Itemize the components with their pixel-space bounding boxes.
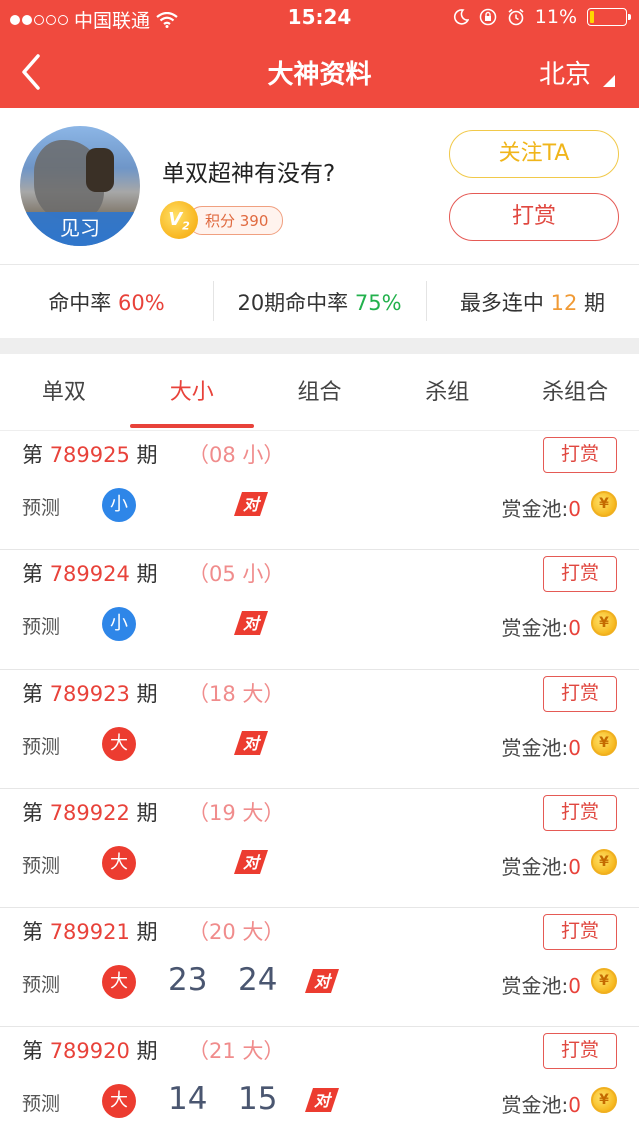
profile-card: 见习 单双超神有没有? V2 积分 390 关注TA 打赏 bbox=[0, 108, 639, 264]
prediction-ball: 小 bbox=[102, 607, 136, 642]
battery-percent: 11% bbox=[534, 6, 577, 28]
status-bar: 中国联通 15:24 11% bbox=[0, 0, 639, 36]
tab-odd-even[interactable]: 单双 bbox=[0, 354, 128, 430]
follow-button[interactable]: 关注TA bbox=[449, 130, 619, 178]
tab-kill-combination[interactable]: 杀组合 bbox=[511, 354, 639, 430]
stat-hit-rate: 命中率 60% bbox=[48, 290, 165, 315]
profile-name: 单双超神有没有? bbox=[162, 161, 336, 187]
prediction-row: 第 789925 期 （08 小） 打赏 预测 小 对 赏金池:0 ¥ bbox=[0, 430, 639, 550]
prediction-label: 预测 bbox=[22, 735, 61, 758]
issue-number: 第 789924 期 bbox=[22, 562, 158, 587]
draw-result: （05 小） bbox=[188, 562, 285, 587]
score-pill: 积分 390 bbox=[188, 205, 284, 235]
draw-result: （21 大） bbox=[188, 1039, 285, 1064]
alarm-icon bbox=[508, 8, 524, 26]
prediction-row: 第 789924 期 （05 小） 打赏 预测 小 对 赏金池:0 ¥ bbox=[0, 549, 639, 669]
correct-mark-icon: 对 bbox=[305, 1088, 339, 1113]
dropdown-triangle-icon bbox=[603, 75, 615, 87]
coin-icon: ¥ bbox=[591, 729, 617, 756]
section-divider bbox=[0, 338, 639, 354]
draw-result: （19 大） bbox=[188, 800, 285, 825]
prediction-number: 15 bbox=[238, 1081, 278, 1118]
prediction-label: 预测 bbox=[22, 854, 61, 877]
issue-number: 第 789922 期 bbox=[22, 800, 158, 825]
tab-combination[interactable]: 组合 bbox=[256, 354, 384, 430]
correct-mark-icon: 对 bbox=[234, 730, 268, 755]
reward-pool: 赏金池:0 bbox=[501, 735, 581, 760]
stat-20-hit-rate: 20期命中率 75% bbox=[213, 280, 426, 321]
prediction-row: 第 789922 期 （19 大） 打赏 预测 大 对 赏金池:0 ¥ bbox=[0, 787, 639, 908]
avatar[interactable]: 见习 bbox=[20, 126, 140, 246]
prediction-label: 预测 bbox=[22, 616, 61, 639]
tab-kill-group[interactable]: 杀组 bbox=[383, 354, 511, 430]
row-reward-button[interactable]: 打赏 bbox=[543, 556, 617, 593]
coin-icon: ¥ bbox=[591, 610, 617, 637]
reward-pool: 赏金池:0 bbox=[501, 974, 581, 999]
prediction-number: 14 bbox=[168, 1081, 208, 1118]
rotation-lock-icon bbox=[479, 8, 497, 26]
tab-big-small[interactable]: 大小 bbox=[128, 354, 256, 430]
prediction-ball: 小 bbox=[102, 488, 136, 522]
reward-pool: 赏金池:0 bbox=[501, 616, 581, 641]
prediction-ball: 大 bbox=[102, 726, 136, 761]
category-tabs: 单双 大小 组合 杀组 杀组合 bbox=[0, 354, 639, 430]
reward-button[interactable]: 打赏 bbox=[449, 193, 619, 241]
coin-icon: ¥ bbox=[591, 491, 617, 517]
prediction-list: 第 789925 期 （08 小） 打赏 预测 小 对 赏金池:0 ¥ 第 78… bbox=[0, 430, 639, 1136]
correct-mark-icon: 对 bbox=[234, 492, 268, 516]
correct-mark-icon: 对 bbox=[234, 611, 268, 636]
row-reward-button[interactable]: 打赏 bbox=[543, 794, 617, 831]
draw-result: （18 大） bbox=[188, 681, 285, 706]
row-reward-button[interactable]: 打赏 bbox=[543, 675, 617, 712]
status-right: 11% bbox=[453, 6, 631, 28]
draw-result: （08 小） bbox=[188, 443, 285, 467]
prediction-label: 预测 bbox=[22, 1093, 61, 1116]
coin-icon: ¥ bbox=[591, 1087, 617, 1114]
prediction-label: 预测 bbox=[22, 497, 61, 519]
prediction-ball: 大 bbox=[102, 845, 136, 880]
prediction-ball: 大 bbox=[102, 1084, 136, 1119]
row-reward-button[interactable]: 打赏 bbox=[543, 1033, 617, 1070]
city-selector[interactable]: 北京 bbox=[539, 54, 615, 91]
prediction-row: 第 789921 期 （20 大） 打赏 预测 大 23 24 对 赏金池:0 ¥ bbox=[0, 907, 639, 1027]
reward-pool: 赏金池:0 bbox=[501, 497, 581, 521]
city-label: 北京 bbox=[538, 60, 591, 90]
coin-icon: ¥ bbox=[591, 848, 617, 875]
level-badge: V2 积分 390 bbox=[160, 201, 284, 239]
row-reward-button[interactable]: 打赏 bbox=[543, 914, 617, 951]
correct-mark-icon: 对 bbox=[234, 849, 268, 874]
prediction-number: 24 bbox=[238, 962, 278, 999]
avatar-level-label: 见习 bbox=[20, 212, 140, 246]
issue-number: 第 789925 期 bbox=[22, 443, 158, 467]
prediction-ball: 大 bbox=[102, 965, 136, 1000]
prediction-label: 预测 bbox=[22, 974, 61, 997]
stat-max-streak: 最多连中 12 期 bbox=[426, 280, 639, 321]
vip-level-icon: V2 bbox=[160, 201, 198, 239]
moon-icon bbox=[453, 9, 469, 25]
coin-icon: ¥ bbox=[591, 968, 617, 995]
prediction-row: 第 789923 期 （18 大） 打赏 预测 大 对 赏金池:0 ¥ bbox=[0, 668, 639, 788]
issue-number: 第 789923 期 bbox=[22, 681, 158, 706]
reward-pool: 赏金池:0 bbox=[501, 1093, 581, 1118]
battery-icon bbox=[587, 8, 631, 26]
avatar-photo-person bbox=[86, 148, 114, 192]
prediction-number: 23 bbox=[168, 962, 208, 999]
correct-mark-icon: 对 bbox=[305, 969, 339, 994]
nav-bar: 大神资料 北京 bbox=[0, 36, 639, 108]
stats-bar: 命中率 60% 20期命中率 75% 最多连中 12 期 bbox=[0, 264, 639, 338]
prediction-row: 第 789920 期 （21 大） 打赏 预测 大 14 15 对 赏金池:0 ¥ bbox=[0, 1026, 639, 1136]
issue-number: 第 789920 期 bbox=[22, 1039, 158, 1064]
reward-pool: 赏金池:0 bbox=[501, 854, 581, 879]
issue-number: 第 789921 期 bbox=[22, 920, 158, 945]
row-reward-button[interactable]: 打赏 bbox=[543, 437, 617, 473]
draw-result: （20 大） bbox=[188, 920, 285, 945]
